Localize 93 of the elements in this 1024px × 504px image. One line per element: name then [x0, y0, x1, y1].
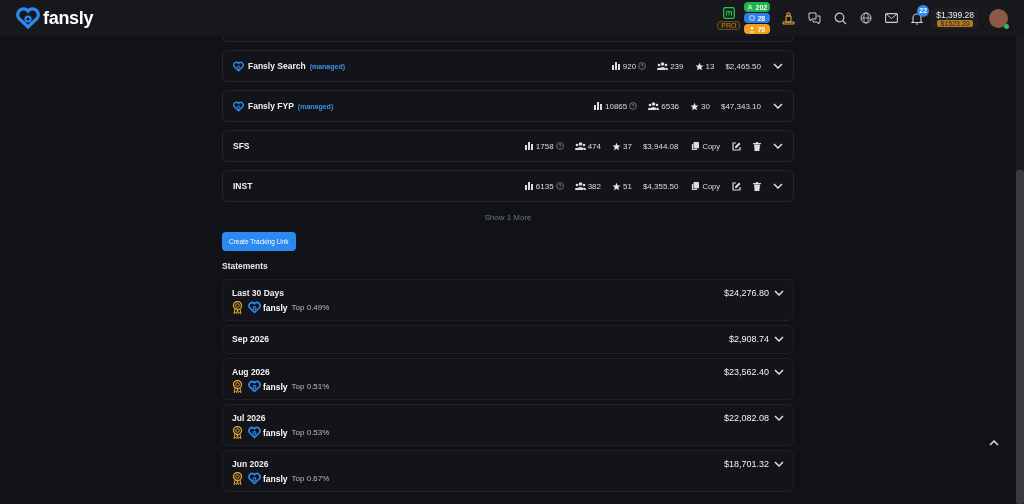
chevron-down-icon[interactable]: [773, 103, 783, 109]
edit-icon[interactable]: [732, 181, 741, 191]
logo-icon: [16, 6, 40, 30]
globe-icon[interactable]: [860, 12, 873, 24]
earnings-amount: $2,465.50: [725, 61, 761, 71]
rank-text: Top 0.67%: [291, 474, 330, 483]
link-name: Fansly FYP: [248, 101, 294, 111]
favorites-count: 51: [623, 181, 632, 191]
show-more-link[interactable]: Show 1 More: [484, 213, 532, 222]
clicks-count: 920: [622, 61, 637, 71]
help-icon[interactable]: [555, 142, 564, 150]
rank-text: Top 0.49%: [291, 303, 330, 312]
edit-icon[interactable]: [732, 141, 741, 151]
clicks-count: 10865: [605, 101, 628, 111]
heart-icon: [233, 60, 244, 72]
users-icon: [657, 62, 669, 70]
mail-icon[interactable]: [885, 13, 899, 23]
heart-icon: [233, 100, 244, 112]
avatar[interactable]: [989, 8, 1008, 28]
help-icon[interactable]: [555, 182, 564, 190]
statement-amount: $24,276.80: [723, 288, 769, 298]
medal-icon: [232, 426, 243, 439]
delete-icon[interactable]: [753, 141, 761, 151]
brand-name: fansly: [263, 381, 288, 392]
favorites-count: 30: [701, 101, 710, 111]
statement-period: Aug 2026: [232, 367, 271, 377]
help-icon[interactable]: [638, 62, 647, 70]
help-icon[interactable]: [629, 102, 638, 110]
rank-text: Top 0.53%: [291, 428, 330, 437]
chevron-down-icon[interactable]: [773, 143, 783, 149]
link-name: INST: [233, 181, 253, 191]
copy-icon: [691, 141, 700, 151]
star-icon: [612, 181, 621, 191]
scrollbar-thumb[interactable]: [1016, 170, 1024, 504]
brand-name: fansly: [263, 473, 288, 484]
users-icon: [574, 182, 586, 190]
earnings-amount: $47,343.10: [720, 101, 761, 111]
subscribers-count: 6536: [661, 101, 680, 111]
rank-text: Top 0.51%: [291, 382, 330, 391]
subscribers-count: 239: [670, 61, 684, 71]
chevron-down-icon[interactable]: [774, 461, 784, 467]
users-icon: [648, 102, 660, 110]
bell-icon[interactable]: [911, 11, 924, 25]
bar-chart-icon: [524, 142, 534, 150]
bar-chart-icon: [594, 102, 603, 110]
brand-name: fansly: [263, 427, 288, 438]
subscribers-count: 474: [587, 141, 601, 151]
statement-amount: $2,908.74: [728, 334, 769, 344]
chat-icon[interactable]: [808, 11, 822, 25]
statement-period: Last 30 Days: [232, 288, 285, 298]
medal-icon: [232, 301, 243, 314]
copy-icon: [691, 181, 700, 191]
heart-icon: [248, 301, 261, 314]
statement-amount: $18,701.32: [723, 459, 769, 469]
chevron-down-icon[interactable]: [774, 290, 784, 296]
clicks-count: 6135: [535, 181, 554, 191]
chevron-down-icon[interactable]: [774, 415, 784, 421]
heart-icon: [248, 380, 261, 393]
star-icon: [690, 101, 700, 111]
statement-amount: $22,082.08: [723, 413, 769, 423]
bar-chart-icon: [611, 62, 621, 70]
chevron-down-icon[interactable]: [773, 183, 783, 189]
bar-chart-icon: [524, 182, 534, 190]
search-icon[interactable]: [834, 11, 848, 25]
section-title: Statements: [222, 261, 269, 271]
earnings-amount: $4,355.50: [642, 181, 679, 191]
medal-icon: [232, 380, 243, 393]
scroll-to-top-icon[interactable]: [989, 440, 999, 446]
delete-icon[interactable]: [753, 181, 761, 191]
star-icon: [694, 61, 704, 71]
heart-icon: [248, 472, 261, 485]
chevron-down-icon[interactable]: [774, 336, 784, 342]
logo-text[interactable]: fansly: [43, 7, 94, 29]
medal-icon: [232, 472, 243, 485]
statement-period: Sep 2026: [232, 334, 269, 344]
statement-period: Jun 2026: [232, 459, 270, 469]
link-name: Fansly Search: [248, 61, 306, 71]
earnings-amount: $3,944.08: [642, 141, 679, 151]
star-icon: [612, 141, 621, 151]
favorites-count: 13: [705, 61, 715, 71]
chevron-down-icon[interactable]: [773, 63, 783, 69]
statement-period: Jul 2026: [232, 413, 267, 423]
heart-icon: [248, 426, 261, 439]
link-name: SFS: [233, 141, 250, 151]
favorites-count: 37: [623, 141, 632, 151]
balance-amount: $1,399.28: [936, 9, 974, 20]
clicks-count: 1758: [535, 141, 554, 151]
chevron-down-icon[interactable]: [774, 369, 784, 375]
statement-amount: $23,562.40: [723, 367, 769, 377]
brand-name: fansly: [263, 302, 288, 313]
app-icon[interactable]: [722, 6, 735, 19]
subscribers-count: 382: [587, 181, 601, 191]
users-icon: [574, 142, 586, 150]
